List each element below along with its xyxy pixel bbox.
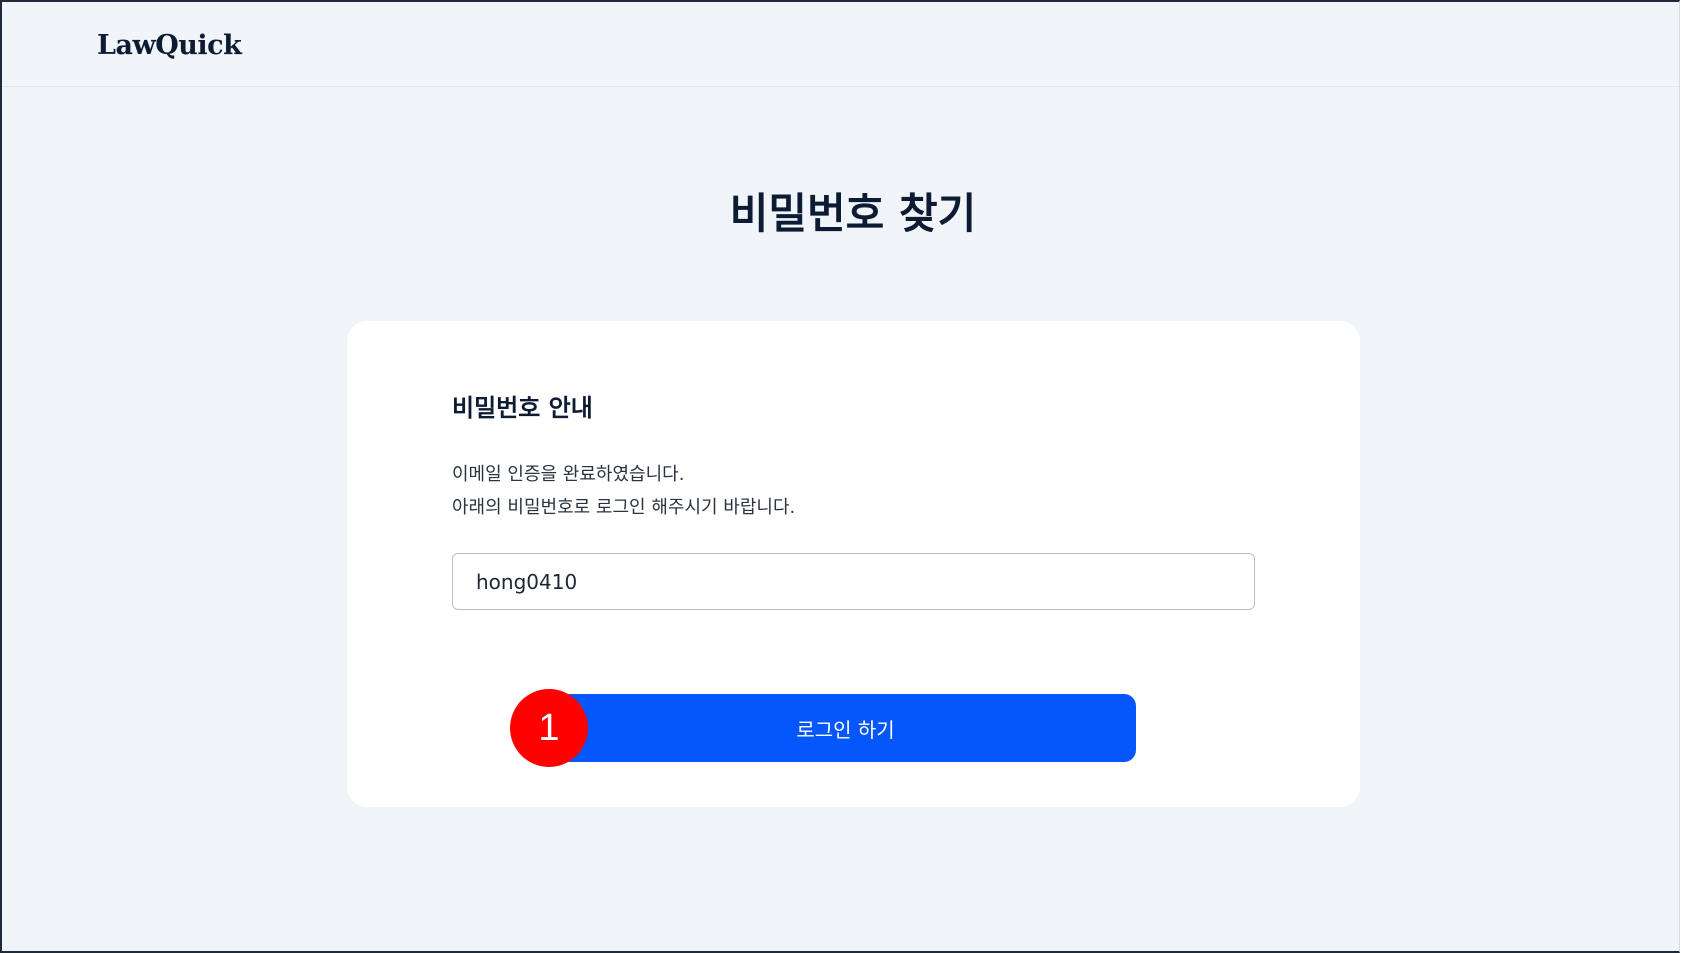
header: LawQuick	[2, 2, 1679, 87]
logo[interactable]: LawQuick	[97, 30, 242, 61]
password-field[interactable]	[452, 553, 1255, 610]
page-title: 비밀번호 찾기	[729, 189, 977, 238]
card-title: 비밀번호 안내	[452, 394, 593, 422]
password-info-card: 비밀번호 안내 이메일 인증을 완료하였습니다. 아래의 비밀번호로 로그인 해…	[347, 321, 1360, 807]
notice-message: 이메일 인증을 완료하였습니다. 아래의 비밀번호로 로그인 해주시기 바랍니다…	[452, 458, 795, 524]
notice-line: 아래의 비밀번호로 로그인 해주시기 바랍니다.	[452, 497, 796, 518]
notice-line: 이메일 인증을 완료하였습니다.	[452, 464, 685, 485]
step-badge: 1	[510, 689, 588, 767]
login-button[interactable]: 로그인 하기	[555, 694, 1136, 762]
